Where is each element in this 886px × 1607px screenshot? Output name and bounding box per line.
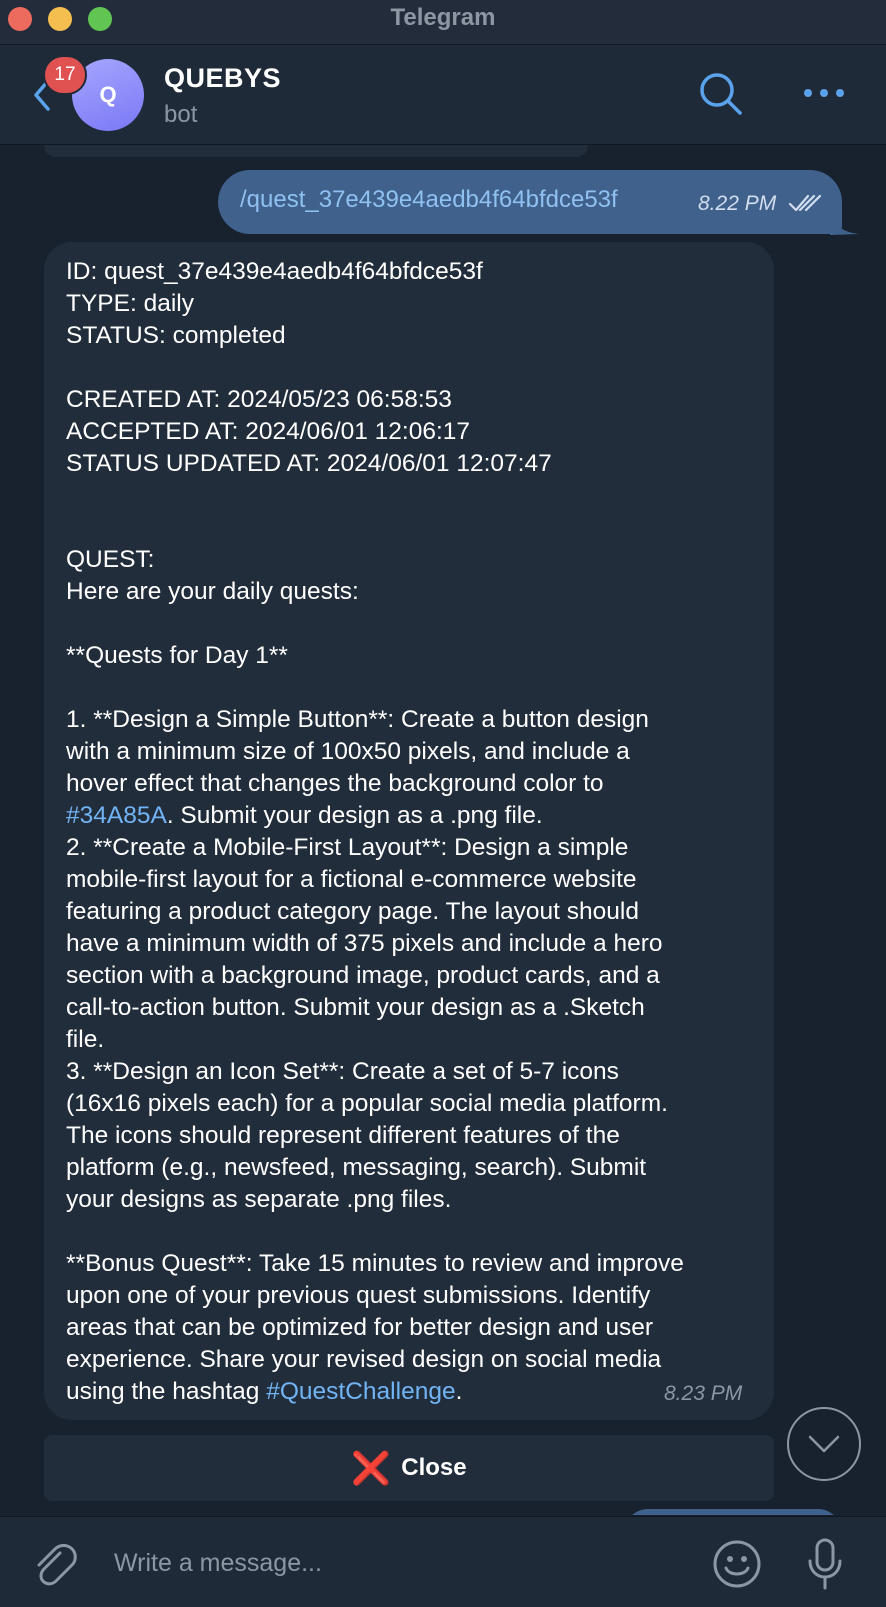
text-fragment: using the hashtag (66, 1378, 267, 1405)
microphone-icon[interactable] (806, 1537, 844, 1591)
chat-history[interactable]: /quest_37e439e4aedb4f64bfdce53f 8.22 PM … (0, 145, 886, 1515)
text-line: 3. **Design an Icon Set**: Create a set … (66, 1058, 619, 1085)
double-check-icon (788, 194, 822, 212)
message-time: 8.23 PM (664, 1382, 743, 1405)
outgoing-message[interactable]: /quest_37e439e4aedb4f64bfdce53f 8.22 PM (218, 170, 842, 234)
text-line: featuring a product category page. The l… (66, 898, 639, 925)
text-line: platform (e.g., newsfeed, messaging, sea… (66, 1154, 647, 1181)
scroll-to-bottom-button[interactable] (787, 1407, 861, 1481)
previous-message-bubble (44, 145, 588, 157)
text-line: file. (66, 1026, 105, 1053)
text-line: CREATED AT: 2024/05/23 06:58:53 (66, 386, 452, 413)
text-line: QUEST: (66, 546, 155, 573)
text-line: TYPE: daily (66, 290, 194, 317)
text-line: mobile-first layout for a fictional e-co… (66, 866, 637, 893)
emoji-icon[interactable] (712, 1539, 762, 1589)
text-line: have a minimum width of 375 pixels and i… (66, 930, 663, 957)
search-icon[interactable] (696, 69, 744, 117)
title-bar: Telegram (0, 0, 886, 45)
chat-header: Q 17 QUEBYS bot (0, 45, 886, 145)
bubble-tail (830, 211, 860, 235)
close-button-label: Close (401, 1454, 467, 1481)
window-title: Telegram (390, 4, 496, 31)
text-line: Here are your daily quests: (66, 578, 359, 605)
chevron-down-icon (808, 1435, 840, 1453)
text-line: hover effect that changes the background… (66, 770, 604, 797)
hashtag-link[interactable]: #QuestChallenge (266, 1378, 455, 1405)
text-line: ID: quest_37e439e4aedb4f64bfdce53f (66, 258, 483, 285)
text-line: call-to-action button. Submit your desig… (66, 994, 645, 1021)
text-line: 1. **Design a Simple Button**: Create a … (66, 706, 649, 733)
color-code-link[interactable]: #34A85A (66, 802, 167, 829)
text-line: STATUS: completed (66, 322, 286, 349)
text-fragment: . (455, 1378, 463, 1405)
command-link[interactable]: /quest_37e439e4aedb4f64bfdce53f (240, 186, 618, 214)
text-line-with-hashtag: using the hashtag #QuestChallenge. (66, 1376, 766, 1408)
chat-name[interactable]: QUEBYS (164, 63, 281, 94)
close-inline-button[interactable]: ❌ Close (44, 1435, 774, 1501)
text-line: ACCEPTED AT: 2024/06/01 12:06:17 (66, 418, 471, 445)
message-input[interactable] (112, 1539, 676, 1587)
text-line: STATUS UPDATED AT: 2024/06/01 12:07:47 (66, 450, 552, 477)
text-line: The icons should represent different fea… (66, 1122, 620, 1149)
text-line: upon one of your previous quest submissi… (66, 1282, 651, 1309)
text-line: experience. Share your revised design on… (66, 1346, 662, 1373)
next-message-bubble (624, 1509, 842, 1515)
message-composer (0, 1516, 886, 1607)
text-fragment: . Submit your design as a .png file. (166, 802, 543, 829)
incoming-message[interactable]: ID: quest_37e439e4aedb4f64bfdce53f TYPE:… (44, 242, 774, 1420)
more-options-icon[interactable] (800, 73, 848, 113)
chat-subtitle: bot (164, 101, 198, 128)
cross-mark-icon: ❌ (351, 1450, 392, 1486)
text-line: with a minimum size of 100x50 pixels, an… (66, 738, 630, 765)
text-line-with-link: #34A85A. Submit your design as a .png fi… (66, 800, 766, 832)
message-text: ID: quest_37e439e4aedb4f64bfdce53f TYPE:… (66, 256, 766, 1408)
text-line: your designs as separate .png files. (66, 1186, 452, 1213)
unread-badge: 17 (43, 55, 87, 95)
text-line: areas that can be optimized for better d… (66, 1314, 653, 1341)
paperclip-icon[interactable] (30, 1539, 78, 1587)
text-line: 2. **Create a Mobile-First Layout**: Des… (66, 834, 629, 861)
text-line: section with a background image, product… (66, 962, 660, 989)
text-line: **Quests for Day 1** (66, 642, 288, 669)
text-line: **Bonus Quest**: Take 15 minutes to revi… (66, 1250, 684, 1277)
avatar-letter: Q (99, 82, 117, 107)
message-time: 8.22 PM (698, 192, 777, 215)
text-line: (16x16 pixels each) for a popular social… (66, 1090, 668, 1117)
